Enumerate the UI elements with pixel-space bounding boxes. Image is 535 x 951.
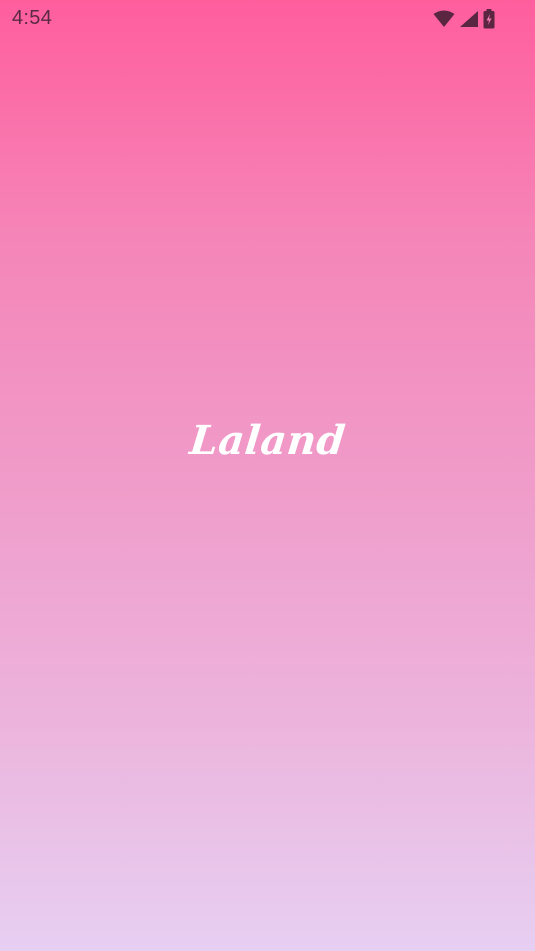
splash-screen: Laland (0, 0, 535, 951)
app-logo: Laland (187, 417, 348, 464)
